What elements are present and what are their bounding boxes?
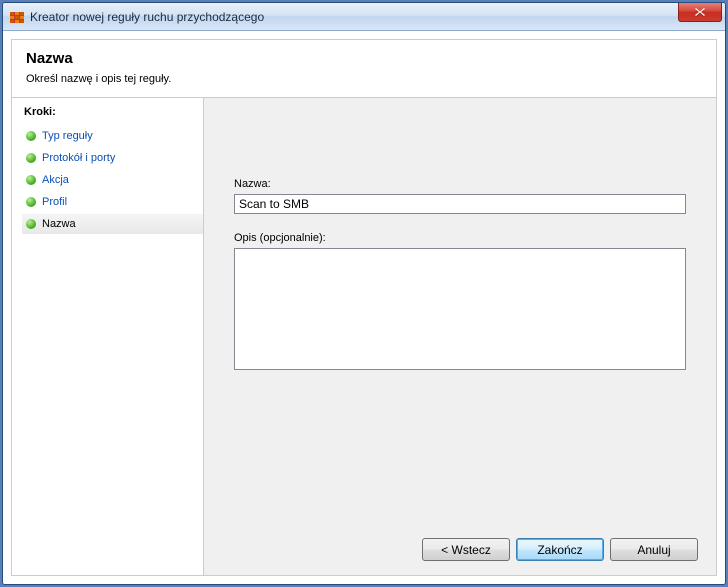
- close-button[interactable]: [678, 2, 722, 22]
- name-field-group: Nazwa:: [234, 178, 686, 214]
- description-input[interactable]: [234, 248, 686, 370]
- title-bar: Kreator nowej reguły ruchu przychodząceg…: [3, 3, 725, 31]
- firewall-icon: [9, 9, 25, 25]
- step-action[interactable]: Akcja: [22, 170, 203, 190]
- description-field-group: Opis (opcjonalnie):: [234, 232, 686, 373]
- step-label: Akcja: [42, 174, 69, 186]
- step-rule-type[interactable]: Typ reguły: [22, 126, 203, 146]
- wizard-body: Kroki: Typ reguły Protokół i porty Akcja…: [11, 98, 717, 576]
- page-title: Nazwa: [26, 50, 702, 67]
- window-title: Kreator nowej reguły ruchu przychodząceg…: [30, 10, 264, 24]
- wizard-header: Nazwa Określ nazwę i opis tej reguły.: [11, 39, 717, 98]
- description-label: Opis (opcjonalnie):: [234, 232, 686, 244]
- main-panel: Nazwa: Opis (opcjonalnie): < Wstecz Zako…: [204, 98, 716, 575]
- page-subtitle: Określ nazwę i opis tej reguły.: [26, 73, 702, 85]
- step-name[interactable]: Nazwa: [22, 214, 203, 234]
- bullet-icon: [26, 197, 36, 207]
- client-area: Nazwa Określ nazwę i opis tej reguły. Kr…: [3, 31, 725, 584]
- step-label: Protokół i porty: [42, 152, 115, 164]
- bullet-icon: [26, 153, 36, 163]
- bullet-icon: [26, 219, 36, 229]
- step-protocol-ports[interactable]: Protokół i porty: [22, 148, 203, 168]
- cancel-button[interactable]: Anuluj: [610, 538, 698, 561]
- step-profile[interactable]: Profil: [22, 192, 203, 212]
- bullet-icon: [26, 131, 36, 141]
- close-icon: [694, 7, 706, 17]
- name-input[interactable]: [234, 194, 686, 214]
- step-label: Typ reguły: [42, 130, 93, 142]
- back-button[interactable]: < Wstecz: [422, 538, 510, 561]
- step-label: Profil: [42, 196, 67, 208]
- steps-sidebar: Kroki: Typ reguły Protokół i porty Akcja…: [12, 98, 204, 575]
- wizard-window: Kreator nowej reguły ruchu przychodząceg…: [2, 2, 726, 585]
- wizard-buttons: < Wstecz Zakończ Anuluj: [422, 538, 698, 561]
- bullet-icon: [26, 175, 36, 185]
- steps-heading: Kroki:: [22, 106, 203, 118]
- finish-button[interactable]: Zakończ: [516, 538, 604, 561]
- step-label: Nazwa: [42, 218, 76, 230]
- name-label: Nazwa:: [234, 178, 686, 190]
